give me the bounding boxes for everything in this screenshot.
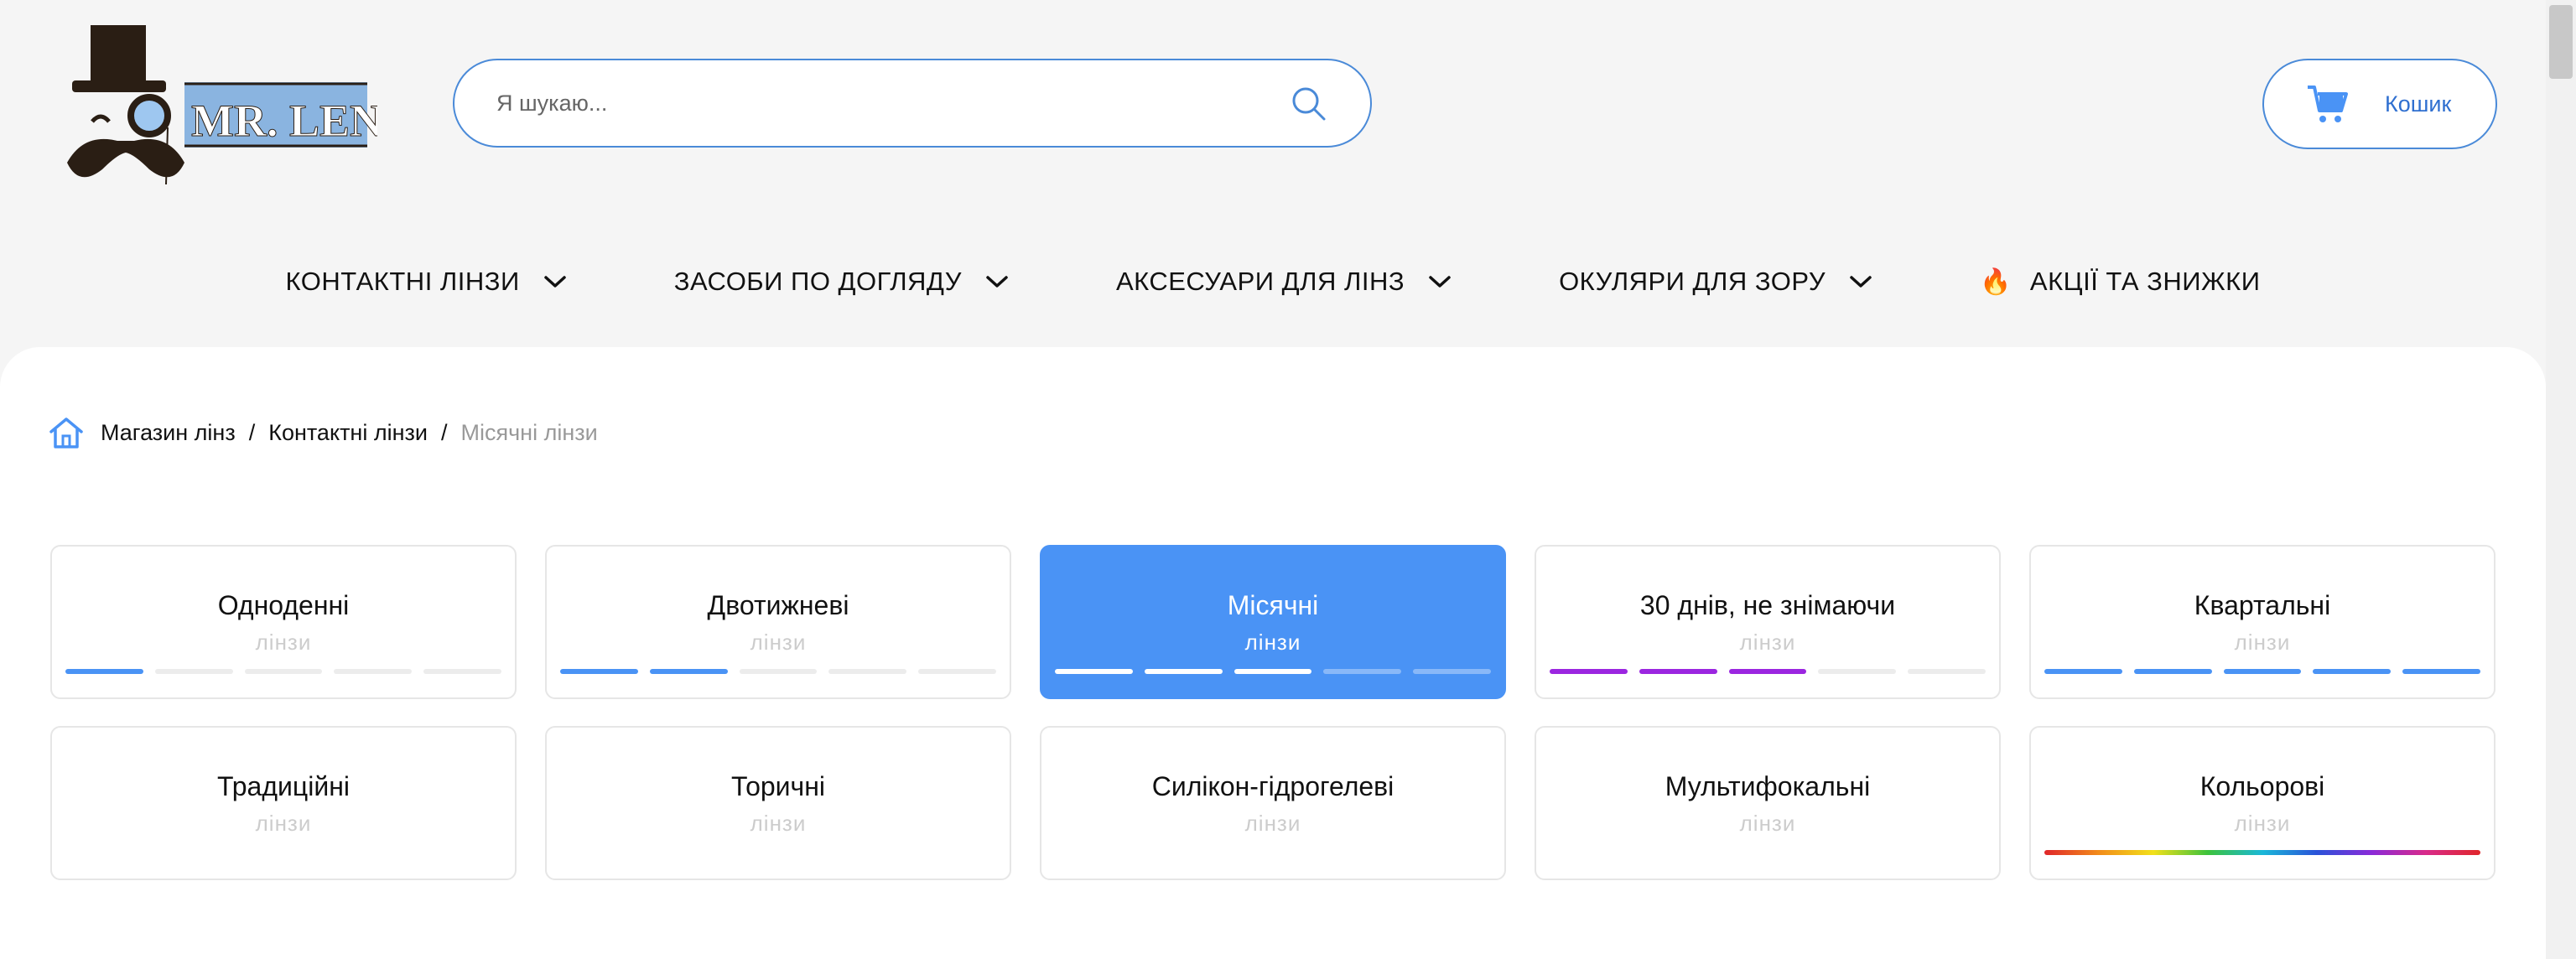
nav-item-label: АКЦІЇ ТА ЗНИЖКИ: [2029, 267, 2261, 296]
nav-item-sales[interactable]: 🔥 АКЦІЇ ТА ЗНИЖКИ: [1980, 267, 2260, 297]
level-segment: [1233, 669, 1312, 674]
logo[interactable]: MR. LENS: [67, 17, 408, 185]
category-card-quarterly[interactable]: Квартальні лінзи: [2029, 545, 2496, 699]
chevron-down-icon: [544, 276, 566, 288]
main-nav: КОНТАКТНІ ЛІНЗИ ЗАСОБИ ПО ДОГЛЯДУ АКСЕСУ…: [0, 251, 2546, 312]
category-card-silicone-hydrogel[interactable]: Силікон-гідрогелеві лінзи: [1040, 726, 1506, 880]
chevron-down-icon: [986, 276, 1008, 288]
level-indicator: [65, 669, 501, 674]
cart-icon: [2308, 86, 2348, 122]
level-segment: [739, 669, 818, 674]
category-card-colored[interactable]: Кольорові лінзи: [2029, 726, 2496, 880]
nav-item-label: ЗАСОБИ ПО ДОГЛЯДУ: [673, 267, 962, 296]
level-segment: [244, 669, 323, 674]
category-subtitle: лінзи: [1244, 811, 1301, 836]
category-subtitle: лінзи: [255, 630, 312, 655]
category-card-toric[interactable]: Торичні лінзи: [545, 726, 1011, 880]
scrollbar-thumb[interactable]: [2549, 5, 2573, 79]
category-subtitle: лінзи: [750, 630, 807, 655]
level-segment: [560, 669, 638, 674]
level-segment: [1055, 669, 1133, 674]
category-title: Традиційні: [217, 771, 350, 801]
category-title: Одноденні: [217, 590, 350, 620]
breadcrumb-link-contact-lenses[interactable]: Контактні лінзи: [268, 420, 428, 446]
level-segment: [154, 669, 233, 674]
category-title: 30 днів, не знімаючи: [1639, 590, 1896, 620]
level-indicator: [2044, 669, 2480, 674]
level-indicator: [560, 669, 996, 674]
level-segment: [1908, 669, 1986, 674]
level-segment: [1550, 669, 1628, 674]
level-segment: [1144, 669, 1223, 674]
level-segment: [2313, 669, 2392, 674]
search-input[interactable]: [496, 90, 1288, 117]
level-segment: [334, 669, 413, 674]
level-segment: [2223, 669, 2302, 674]
nav-item-glasses[interactable]: ОКУЛЯРИ ДЛЯ ЗОРУ: [1559, 267, 1872, 297]
chevron-down-icon: [1850, 276, 1872, 288]
level-segment: [65, 669, 143, 674]
page-scrollbar[interactable]: [2546, 0, 2576, 959]
chevron-down-icon: [1429, 276, 1451, 288]
category-title: Силікон-гідрогелеві: [1151, 771, 1394, 801]
category-card-traditional[interactable]: Традиційні лінзи: [50, 726, 517, 880]
level-segment: [918, 669, 996, 674]
nav-item-accessories[interactable]: АКСЕСУАРИ ДЛЯ ЛІНЗ: [1116, 267, 1452, 297]
content-panel: Магазин лінз / Контактні лінзи / Місячні…: [0, 347, 2546, 959]
category-card-daily[interactable]: Одноденні лінзи: [50, 545, 517, 699]
category-title: Двотижневі: [707, 590, 849, 620]
category-title: Квартальні: [2194, 590, 2331, 620]
category-card-multifocal[interactable]: Мультифокальні лінзи: [1535, 726, 2001, 880]
breadcrumb-separator: /: [248, 419, 256, 445]
level-segment: [1413, 669, 1491, 674]
search-icon[interactable]: [1288, 83, 1328, 123]
home-icon[interactable]: [49, 416, 84, 449]
nav-item-contact-lenses[interactable]: КОНТАКТНІ ЛІНЗИ: [286, 267, 567, 297]
category-subtitle: лінзи: [1739, 630, 1796, 655]
level-segment: [649, 669, 728, 674]
level-segment: [1323, 669, 1402, 674]
breadcrumb-link-shop[interactable]: Магазин лінз: [101, 420, 236, 446]
category-subtitle: лінзи: [750, 811, 807, 836]
category-grid: Одноденні лінзи Двотижневі лінзи Місячні…: [50, 545, 2497, 880]
category-subtitle: лінзи: [1739, 811, 1796, 836]
level-segment: [2133, 669, 2212, 674]
nav-item-care-products[interactable]: ЗАСОБИ ПО ДОГЛЯДУ: [674, 267, 1009, 297]
cart-label: Кошик: [2385, 91, 2452, 117]
cart-button[interactable]: Кошик: [2262, 59, 2497, 149]
fire-icon: 🔥: [1980, 267, 2012, 296]
rainbow-indicator: [2044, 850, 2480, 855]
level-segment: [1818, 669, 1897, 674]
logo-image: MR. LENS: [67, 25, 408, 185]
site-header: MR. LENS Кошик: [0, 0, 2546, 201]
breadcrumb: Магазин лінз / Контактні лінзи / Місячні…: [49, 414, 598, 451]
category-card-30-days[interactable]: 30 днів, не знімаючи лінзи: [1535, 545, 2001, 699]
breadcrumb-current: Місячні лінзи: [460, 419, 598, 445]
breadcrumb-separator: /: [440, 419, 448, 445]
level-segment: [2044, 669, 2122, 674]
category-title: Мультифокальні: [1665, 771, 1871, 801]
level-indicator: [1055, 669, 1491, 674]
category-card-biweekly[interactable]: Двотижневі лінзи: [545, 545, 1011, 699]
nav-item-label: КОНТАКТНІ ЛІНЗИ: [285, 267, 520, 296]
nav-item-label: АКСЕСУАРИ ДЛЯ ЛІНЗ: [1115, 267, 1405, 296]
category-title: Кольорові: [2199, 771, 2325, 801]
level-segment: [1639, 669, 1717, 674]
category-subtitle: лінзи: [1244, 630, 1301, 655]
nav-item-label: ОКУЛЯРИ ДЛЯ ЗОРУ: [1559, 267, 1826, 296]
category-subtitle: лінзи: [255, 811, 312, 836]
category-title: Торичні: [731, 771, 825, 801]
category-subtitle: лінзи: [2234, 630, 2291, 655]
category-title: Місячні: [1227, 590, 1319, 620]
level-segment: [2402, 669, 2480, 674]
level-indicator: [1550, 669, 1986, 674]
level-segment: [1728, 669, 1807, 674]
category-card-monthly[interactable]: Місячні лінзи: [1040, 545, 1506, 699]
category-subtitle: лінзи: [2234, 811, 2291, 836]
logo-text: MR. LENS: [191, 96, 377, 146]
search-bar: [453, 59, 1372, 148]
level-segment: [828, 669, 907, 674]
level-segment: [423, 669, 501, 674]
